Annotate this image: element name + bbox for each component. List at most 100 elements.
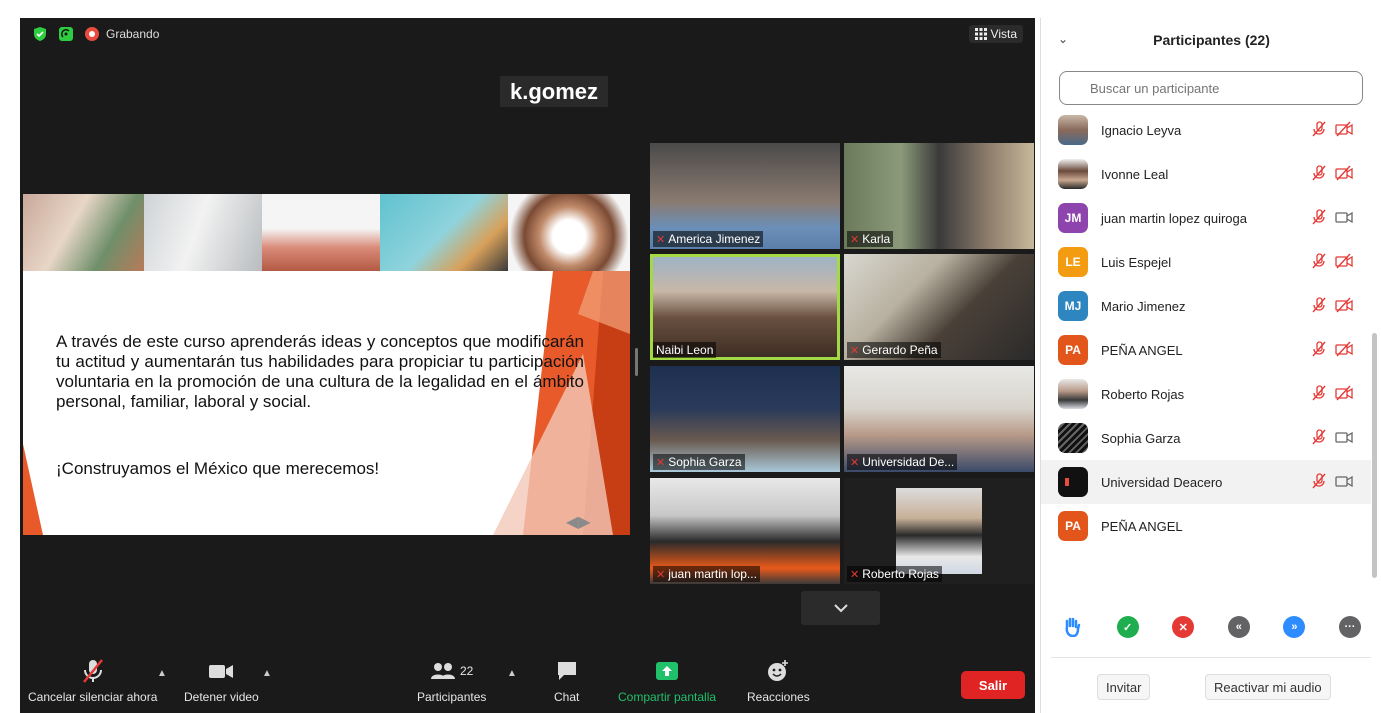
reactions-button[interactable]: Reacciones: [747, 658, 810, 704]
video-off-icon[interactable]: [1335, 121, 1353, 137]
go-slower-icon[interactable]: «: [1227, 616, 1250, 638]
view-button[interactable]: Vista: [968, 25, 1023, 43]
panel-title: Participantes (22): [1153, 32, 1270, 48]
share-screen-button[interactable]: Compartir pantalla: [618, 658, 716, 704]
unmute-my-audio-button[interactable]: Reactivar mi audio: [1205, 674, 1331, 700]
participant-row[interactable]: Universidad Deacero: [1041, 460, 1371, 504]
participant-row[interactable]: JM juan martin lopez quiroga: [1041, 196, 1371, 240]
muted-mic-icon[interactable]: [1311, 165, 1327, 181]
avatar: PA: [1058, 335, 1088, 365]
participant-name: Mario Jimenez: [1101, 298, 1186, 314]
muted-mic-icon: ✕: [850, 456, 860, 469]
video-off-icon[interactable]: [1335, 165, 1353, 181]
video-camera-icon[interactable]: [1335, 473, 1353, 489]
slide-nav-arrows-icon: ◀▶: [566, 514, 591, 531]
shared-screen-slide: A través de este curso aprenderás ideas …: [23, 194, 630, 535]
no-x-icon[interactable]: ✕: [1172, 616, 1195, 638]
muted-mic-icon[interactable]: [1311, 121, 1327, 137]
muted-mic-icon[interactable]: [1311, 341, 1327, 357]
status-indicators: Grabando: [32, 26, 159, 42]
tile-name: Roberto Rojas: [862, 567, 939, 581]
video-off-icon[interactable]: [1335, 341, 1353, 357]
video-camera-icon: [209, 665, 234, 678]
muted-mic-icon: ✕: [850, 233, 860, 246]
participant-row[interactable]: Ivonne Leal: [1041, 152, 1371, 196]
participant-row[interactable]: LE Luis Espejel: [1041, 240, 1371, 284]
share-screen-icon: [656, 662, 679, 680]
muted-mic-icon[interactable]: [1311, 385, 1327, 401]
video-camera-icon[interactable]: [1335, 209, 1353, 225]
participant-row[interactable]: PA PEÑA ANGEL: [1041, 328, 1371, 372]
active-speaker-label: k.gomez: [500, 76, 609, 107]
video-tile[interactable]: ✕ Sophia Garza: [650, 366, 840, 472]
participant-list-scrollbar[interactable]: [1372, 333, 1377, 578]
muted-mic-icon: ✕: [656, 233, 666, 246]
tile-name: Universidad De...: [862, 455, 955, 469]
muted-mic-icon: ✕: [850, 344, 860, 357]
video-tile[interactable]: ✕ Universidad De...: [844, 366, 1034, 472]
video-tile[interactable]: ✕ America Jimenez: [650, 143, 840, 249]
muted-mic-icon[interactable]: [1311, 429, 1327, 445]
audio-options-caret[interactable]: ▲: [157, 668, 167, 679]
participant-name: PEÑA ANGEL: [1101, 342, 1183, 358]
participant-row[interactable]: MJ Mario Jimenez: [1041, 284, 1371, 328]
video-off-icon[interactable]: [1335, 253, 1353, 269]
muted-mic-icon: ✕: [656, 568, 666, 581]
connection-icon[interactable]: [58, 26, 74, 42]
participant-row[interactable]: PA PEÑA ANGEL: [1041, 504, 1371, 548]
splitter-handle[interactable]: [635, 348, 638, 376]
yes-check-icon[interactable]: ✓: [1116, 616, 1139, 638]
muted-mic-icon: ✕: [850, 568, 860, 581]
collapse-thumbnails-button[interactable]: [801, 591, 880, 625]
share-screen-label: Compartir pantalla: [618, 690, 717, 704]
avatar: MJ: [1058, 291, 1088, 321]
zoom-window: Grabando Vista k.gomez A través de este …: [0, 0, 1381, 713]
video-tile-active-speaker[interactable]: Naibi Leon: [650, 254, 840, 360]
participant-row[interactable]: Ignacio Leyva: [1041, 108, 1371, 152]
participants-options-caret[interactable]: ▲: [507, 668, 517, 679]
video-tile[interactable]: ✕ Gerardo Peña: [844, 254, 1034, 360]
leave-meeting-button[interactable]: Salir: [961, 671, 1025, 699]
muted-mic-icon[interactable]: [1311, 297, 1327, 313]
avatar: JM: [1058, 203, 1088, 233]
video-off-icon[interactable]: [1335, 297, 1353, 313]
chat-button[interactable]: Chat: [554, 658, 579, 704]
video-tile[interactable]: ✕ Roberto Rojas: [844, 478, 1034, 584]
participant-row[interactable]: Sophia Garza: [1041, 416, 1371, 460]
tile-name: Gerardo Peña: [862, 343, 938, 357]
go-faster-icon[interactable]: »: [1283, 616, 1306, 638]
participant-name: Sophia Garza: [1101, 430, 1181, 446]
video-tile[interactable]: ✕ juan martin lop...: [650, 478, 840, 584]
participants-icon: [431, 663, 455, 679]
muted-mic-icon[interactable]: [1311, 209, 1327, 225]
avatar: [1058, 423, 1088, 453]
participant-search-input[interactable]: [1059, 71, 1363, 105]
muted-mic-icon[interactable]: [1311, 253, 1327, 269]
more-options-icon[interactable]: ···: [1338, 616, 1361, 638]
participant-name: Ignacio Leyva: [1101, 122, 1182, 138]
grid-icon: [974, 28, 987, 40]
avatar: [1058, 115, 1088, 145]
recording-indicator[interactable]: Grabando: [84, 26, 159, 42]
muted-mic-icon[interactable]: [1311, 473, 1327, 489]
reactions-icon: [768, 660, 789, 681]
video-options-caret[interactable]: ▲: [262, 668, 272, 679]
tile-name: juan martin lop...: [668, 567, 757, 581]
invite-button[interactable]: Invitar: [1097, 674, 1151, 700]
raise-hand-icon[interactable]: [1061, 616, 1083, 638]
meeting-top-bar: Grabando Vista: [20, 18, 1035, 52]
nonverbal-feedback-bar: ✓ ✕ « » ···: [1061, 616, 1361, 638]
tile-name: Karla: [862, 232, 891, 246]
muted-mic-icon: ✕: [656, 456, 666, 469]
shield-icon[interactable]: [32, 26, 48, 42]
video-tile[interactable]: ✕ Karla: [844, 143, 1034, 249]
mute-button[interactable]: Cancelar silenciar ahora: [28, 658, 157, 704]
video-off-icon[interactable]: [1335, 385, 1353, 401]
participants-button[interactable]: 22 Participantes: [417, 658, 486, 704]
video-camera-icon[interactable]: [1335, 429, 1353, 445]
participant-row[interactable]: Roberto Rojas: [1041, 372, 1371, 416]
video-button[interactable]: Detener video: [184, 658, 259, 704]
participant-name: Roberto Rojas: [1101, 386, 1185, 402]
avatar: LE: [1058, 247, 1088, 277]
avatar: [1058, 379, 1088, 409]
